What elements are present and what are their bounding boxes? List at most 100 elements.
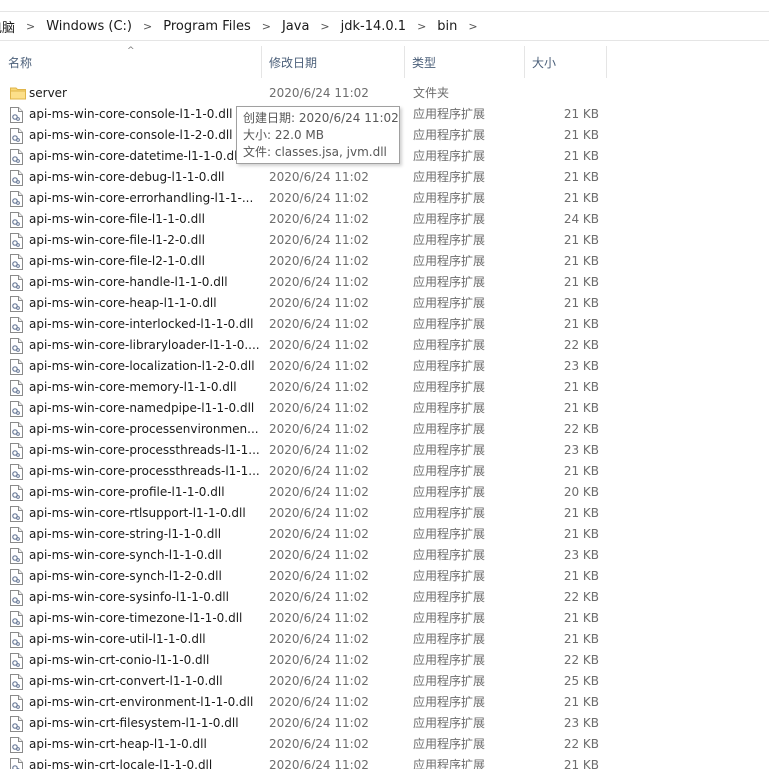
chevron-right-icon[interactable]: > bbox=[320, 20, 329, 33]
breadcrumb-item-this-pc[interactable]: 电脑 bbox=[0, 17, 17, 36]
file-type: 应用程序扩展 bbox=[413, 107, 486, 121]
file-row[interactable]: api-ms-win-core-processenvironmen... 2020… bbox=[0, 419, 769, 440]
chevron-right-icon[interactable]: > bbox=[26, 20, 35, 33]
file-name: api-ms-win-core-heap-l1-1-0.dll bbox=[29, 296, 217, 310]
file-row[interactable]: api-ms-win-core-file-l2-1-0.dll 2020/6/24… bbox=[0, 251, 769, 272]
file-size: 22 KB bbox=[563, 737, 599, 751]
column-header-name[interactable]: 名称 bbox=[0, 42, 261, 82]
file-row[interactable]: api-ms-win-core-interlocked-l1-1-0.dll 20… bbox=[0, 314, 769, 335]
file-row[interactable]: api-ms-win-crt-environment-l1-1-0.dll 202… bbox=[0, 692, 769, 713]
chevron-right-icon[interactable]: > bbox=[143, 20, 152, 33]
file-size: 21 KB bbox=[563, 275, 599, 289]
tooltip-created-date: 创建日期: 2020/6/24 11:02 bbox=[243, 111, 399, 125]
file-type: 应用程序扩展 bbox=[413, 296, 486, 310]
dll-file-icon bbox=[10, 296, 23, 315]
file-size: 21 KB bbox=[563, 296, 599, 310]
file-type: 应用程序扩展 bbox=[413, 464, 486, 478]
file-type: 应用程序扩展 bbox=[413, 632, 486, 646]
file-name: api-ms-win-core-datetime-l1-1-0.dll bbox=[29, 149, 241, 163]
file-row[interactable]: api-ms-win-crt-filesystem-l1-1-0.dll 2020… bbox=[0, 713, 769, 734]
file-size: 21 KB bbox=[563, 464, 599, 478]
file-row[interactable]: api-ms-win-core-errorhandling-l1-1-... 20… bbox=[0, 188, 769, 209]
file-type: 应用程序扩展 bbox=[413, 338, 486, 352]
file-size: 21 KB bbox=[563, 233, 599, 247]
file-size: 21 KB bbox=[563, 527, 599, 541]
file-row[interactable]: api-ms-win-core-sysinfo-l1-1-0.dll 2020/6… bbox=[0, 587, 769, 608]
file-modified-date: 2020/6/24 11:02 bbox=[269, 653, 369, 667]
file-row[interactable]: api-ms-win-crt-convert-l1-1-0.dll 2020/6/… bbox=[0, 671, 769, 692]
file-type: 应用程序扩展 bbox=[413, 149, 486, 163]
dll-file-icon bbox=[10, 128, 23, 147]
file-name: api-ms-win-core-string-l1-1-0.dll bbox=[29, 527, 222, 541]
chevron-right-icon[interactable]: > bbox=[262, 20, 271, 33]
file-row[interactable]: api-ms-win-core-handle-l1-1-0.dll 2020/6/… bbox=[0, 272, 769, 293]
dll-file-icon bbox=[10, 254, 23, 273]
file-type: 应用程序扩展 bbox=[413, 275, 486, 289]
column-header-size[interactable]: 大小 bbox=[524, 42, 606, 82]
dll-file-icon bbox=[10, 443, 23, 462]
file-row[interactable]: api-ms-win-core-util-l1-1-0.dll 2020/6/24… bbox=[0, 629, 769, 650]
file-row[interactable]: api-ms-win-core-timezone-l1-1-0.dll 2020/… bbox=[0, 608, 769, 629]
file-size: 23 KB bbox=[563, 359, 599, 373]
file-name: api-ms-win-core-libraryloader-l1-1-0.... bbox=[29, 338, 260, 352]
file-row[interactable]: api-ms-win-core-synch-l1-1-0.dll 2020/6/2… bbox=[0, 545, 769, 566]
file-size: 21 KB bbox=[563, 695, 599, 709]
chevron-right-icon[interactable]: > bbox=[417, 20, 426, 33]
column-header-type[interactable]: 类型 bbox=[404, 42, 524, 82]
column-divider[interactable] bbox=[606, 46, 607, 78]
file-row[interactable]: api-ms-win-core-libraryloader-l1-1-0....… bbox=[0, 335, 769, 356]
file-name: api-ms-win-core-console-l1-2-0.dll bbox=[29, 128, 233, 142]
file-size: 21 KB bbox=[563, 380, 599, 394]
file-row[interactable]: server 2020/6/24 11:02 文件夹 bbox=[0, 83, 769, 104]
dll-file-icon bbox=[10, 674, 23, 693]
file-modified-date: 2020/6/24 11:02 bbox=[269, 275, 369, 289]
breadcrumb-item-bin[interactable]: bin bbox=[435, 19, 459, 34]
chevron-right-icon[interactable]: > bbox=[468, 20, 477, 33]
file-row[interactable]: api-ms-win-core-string-l1-1-0.dll 2020/6/… bbox=[0, 524, 769, 545]
dll-file-icon bbox=[10, 149, 23, 168]
file-name: api-ms-win-core-timezone-l1-1-0.dll bbox=[29, 611, 243, 625]
file-row[interactable]: api-ms-win-core-namedpipe-l1-1-0.dll 2020… bbox=[0, 398, 769, 419]
file-row[interactable]: api-ms-win-core-processthreads-l1-1... 20… bbox=[0, 440, 769, 461]
file-size: 21 KB bbox=[563, 128, 599, 142]
file-row[interactable]: api-ms-win-core-heap-l1-1-0.dll 2020/6/24… bbox=[0, 293, 769, 314]
file-name: api-ms-win-core-util-l1-1-0.dll bbox=[29, 632, 206, 646]
file-row[interactable]: api-ms-win-core-debug-l1-1-0.dll 2020/6/2… bbox=[0, 167, 769, 188]
file-row[interactable]: api-ms-win-crt-locale-l1-1-0.dll 2020/6/2… bbox=[0, 755, 769, 769]
dll-file-icon bbox=[10, 548, 23, 567]
file-name: api-ms-win-core-file-l1-2-0.dll bbox=[29, 233, 205, 247]
file-type: 应用程序扩展 bbox=[413, 506, 486, 520]
file-row[interactable]: api-ms-win-core-profile-l1-1-0.dll 2020/6… bbox=[0, 482, 769, 503]
file-modified-date: 2020/6/24 11:02 bbox=[269, 485, 369, 499]
breadcrumb-item-java[interactable]: Java bbox=[280, 19, 311, 34]
file-row[interactable]: api-ms-win-core-file-l1-2-0.dll 2020/6/24… bbox=[0, 230, 769, 251]
file-name: api-ms-win-core-processthreads-l1-1... bbox=[29, 464, 260, 478]
file-row[interactable]: api-ms-win-core-rtlsupport-l1-1-0.dll 202… bbox=[0, 503, 769, 524]
file-row[interactable]: api-ms-win-core-synch-l1-2-0.dll 2020/6/2… bbox=[0, 566, 769, 587]
file-name: api-ms-win-crt-conio-l1-1-0.dll bbox=[29, 653, 210, 667]
file-type: 文件夹 bbox=[413, 86, 450, 100]
file-name: server bbox=[29, 86, 67, 100]
file-row[interactable]: api-ms-win-core-file-l1-1-0.dll 2020/6/24… bbox=[0, 209, 769, 230]
dll-file-icon bbox=[10, 695, 23, 714]
file-type: 应用程序扩展 bbox=[413, 443, 486, 457]
file-row[interactable]: api-ms-win-crt-conio-l1-1-0.dll 2020/6/24… bbox=[0, 650, 769, 671]
breadcrumb-item-drive-c[interactable]: Windows (C:) bbox=[44, 19, 134, 34]
breadcrumb: 电脑 > Windows (C:) > Program Files > Java… bbox=[0, 11, 769, 41]
breadcrumb-item-program-files[interactable]: Program Files bbox=[161, 19, 253, 34]
file-name: api-ms-win-core-synch-l1-2-0.dll bbox=[29, 569, 222, 583]
file-row[interactable]: api-ms-win-core-processthreads-l1-1... 20… bbox=[0, 461, 769, 482]
file-row[interactable]: api-ms-win-core-localization-l1-2-0.dll 2… bbox=[0, 356, 769, 377]
column-header-date[interactable]: 修改日期 bbox=[261, 42, 404, 82]
file-row[interactable]: api-ms-win-core-memory-l1-1-0.dll 2020/6/… bbox=[0, 377, 769, 398]
file-type: 应用程序扩展 bbox=[413, 317, 486, 331]
dll-file-icon bbox=[10, 611, 23, 630]
file-name: api-ms-win-core-debug-l1-1-0.dll bbox=[29, 170, 225, 184]
file-name: api-ms-win-core-console-l1-1-0.dll bbox=[29, 107, 233, 121]
file-row[interactable]: api-ms-win-crt-heap-l1-1-0.dll 2020/6/24 … bbox=[0, 734, 769, 755]
file-type: 应用程序扩展 bbox=[413, 695, 486, 709]
file-type: 应用程序扩展 bbox=[413, 422, 486, 436]
breadcrumb-item-jdk[interactable]: jdk-14.0.1 bbox=[339, 19, 408, 34]
file-modified-date: 2020/6/24 11:02 bbox=[269, 170, 369, 184]
dll-file-icon bbox=[10, 401, 23, 420]
